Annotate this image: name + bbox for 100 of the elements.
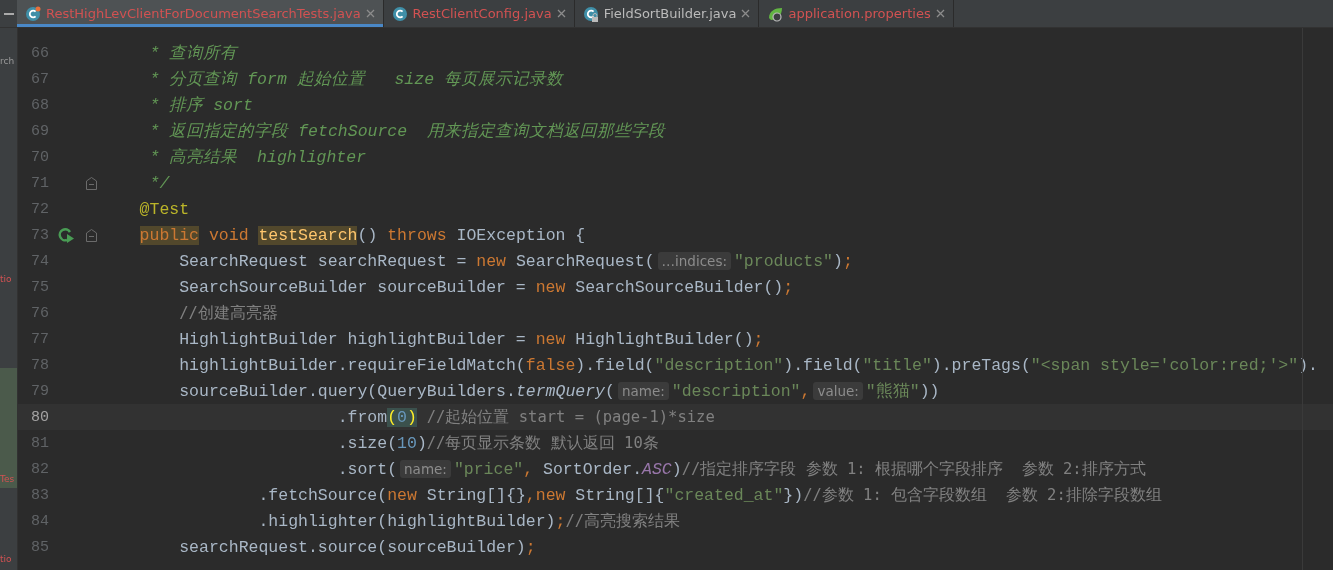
code-token: ) (671, 459, 682, 479)
line-number: 67 (30, 70, 49, 88)
code-token: * 查询所有 (149, 43, 238, 64)
code-token: IOException { (456, 225, 586, 245)
parameter-hint: value: (813, 382, 863, 400)
code-token: "created_at" (664, 485, 784, 505)
line-number: 78 (30, 356, 49, 374)
code-token: .size( (337, 433, 398, 453)
parameter-hint: …indices: (657, 252, 731, 270)
close-icon[interactable] (741, 9, 751, 18)
code-token: .from (337, 407, 388, 427)
code-token: , (523, 459, 534, 479)
code-token: SearchSourceBuilder sourceBuilder = (179, 277, 527, 297)
code-token: * 返回指定的字段 fetchSource 用来指定查询文档返回那些字段 (149, 121, 665, 142)
panel-item-text: tio (0, 554, 12, 564)
line-number: 70 (30, 148, 49, 166)
code-token: () (357, 225, 379, 245)
parameter-hint: name: (617, 382, 669, 400)
code-token: * 高亮结果 highlighter (149, 147, 367, 168)
line-number: 68 (30, 96, 49, 114)
code-token: public (139, 225, 200, 245)
code-token: ; (753, 329, 764, 349)
code-token: */ (149, 173, 170, 193)
code-token: 10 (397, 433, 417, 453)
leaf-file-icon (767, 5, 784, 22)
code-token: , (800, 381, 811, 401)
run-icon[interactable] (58, 227, 74, 243)
code-token: @Test (139, 199, 190, 219)
panel-item-text: Tes (0, 474, 15, 484)
line-number: 76 (30, 304, 49, 322)
close-icon[interactable] (365, 9, 375, 18)
code-token: .fetchSource( (258, 485, 388, 505)
line-number: 80 (30, 408, 49, 426)
code-token: ).preTags( (931, 355, 1031, 375)
line-number: 82 (30, 460, 49, 478)
panel-item-text: tio (0, 274, 12, 284)
code-token: testSearch (258, 225, 358, 245)
code-token: )) (919, 381, 940, 401)
code-token: "description" (671, 381, 801, 401)
code-token: "title" (862, 355, 932, 375)
code-token: * 排序 sort (149, 95, 253, 116)
code-token: false (525, 355, 576, 375)
panel-item-text: rch (0, 56, 15, 66)
code-token: HighlightBuilder() (575, 329, 754, 349)
code-token: }) (783, 485, 804, 505)
line-number: 81 (30, 434, 49, 452)
code-token: "price" (453, 459, 524, 479)
line-number: 79 (30, 382, 49, 400)
code-token: ) (833, 251, 843, 271)
line-number: 83 (30, 486, 49, 504)
close-icon[interactable] (935, 9, 945, 18)
code-token: SearchRequest searchRequest = (179, 251, 468, 271)
code-token: ).field( (783, 355, 863, 375)
code-token: new (535, 277, 566, 297)
fold-icon[interactable] (86, 176, 97, 190)
file-tab[interactable]: RestHighLevClientForDocumentSearchTests.java (17, 0, 384, 27)
minimize-icon[interactable] (3, 12, 14, 15)
code-token: 0 (397, 407, 407, 427)
parameter-hint: name: (400, 460, 451, 478)
line-number: 77 (30, 330, 49, 348)
code-token: throws (387, 225, 447, 245)
code-token: .highlighter(highlightBuilder) (258, 511, 556, 531)
code-token: "熊猫" (865, 381, 920, 402)
line-number: 74 (30, 252, 49, 270)
code-token: ; (555, 511, 566, 531)
code-token: new (476, 251, 506, 271)
code-token: //起始位置 start = (page-1)*size (426, 406, 715, 428)
line-number: 72 (30, 200, 49, 218)
code-token: ).field( (575, 355, 655, 375)
code-token: String[]{} (426, 485, 526, 505)
code-token: SearchSourceBuilder() (575, 277, 784, 297)
line-number: 73 (30, 226, 49, 244)
code-token: sourceBuilder.query(QueryBuilders. (179, 381, 516, 401)
code-token: HighlightBuilder highlightBuilder = (179, 329, 527, 349)
code-token: //创建高亮器 (179, 302, 278, 324)
code-token: "products" (733, 251, 833, 271)
code-token: ( (605, 381, 615, 401)
line-number: 75 (30, 278, 49, 296)
code-token: new (535, 329, 566, 349)
code-token: "description" (654, 355, 784, 375)
code-token: //每页显示条数 默认返回 10条 (426, 432, 659, 454)
code-token: String[]{ (575, 485, 665, 505)
code-token: new (535, 485, 566, 505)
code-token: * 分页查询 form 起始位置 size 每页展示记录数 (149, 69, 563, 90)
class-file-icon (582, 5, 599, 22)
line-number: 66 (30, 44, 49, 62)
code-token: searchRequest.source(sourceBuilder) (179, 537, 526, 557)
line-number: 84 (30, 512, 49, 530)
code-token: .sort( (337, 459, 398, 479)
fold-icon[interactable] (86, 228, 97, 242)
code-token: ; (842, 251, 853, 271)
code-token: SearchRequest( (515, 251, 655, 271)
code-token: ASC (642, 459, 672, 479)
close-icon[interactable] (556, 9, 566, 18)
code-token: new (387, 485, 417, 505)
class-file-icon (391, 5, 408, 22)
code-token: ( (387, 407, 398, 427)
code-token: , (525, 485, 536, 505)
line-number: 85 (30, 538, 49, 556)
code-token: ) (406, 407, 417, 427)
